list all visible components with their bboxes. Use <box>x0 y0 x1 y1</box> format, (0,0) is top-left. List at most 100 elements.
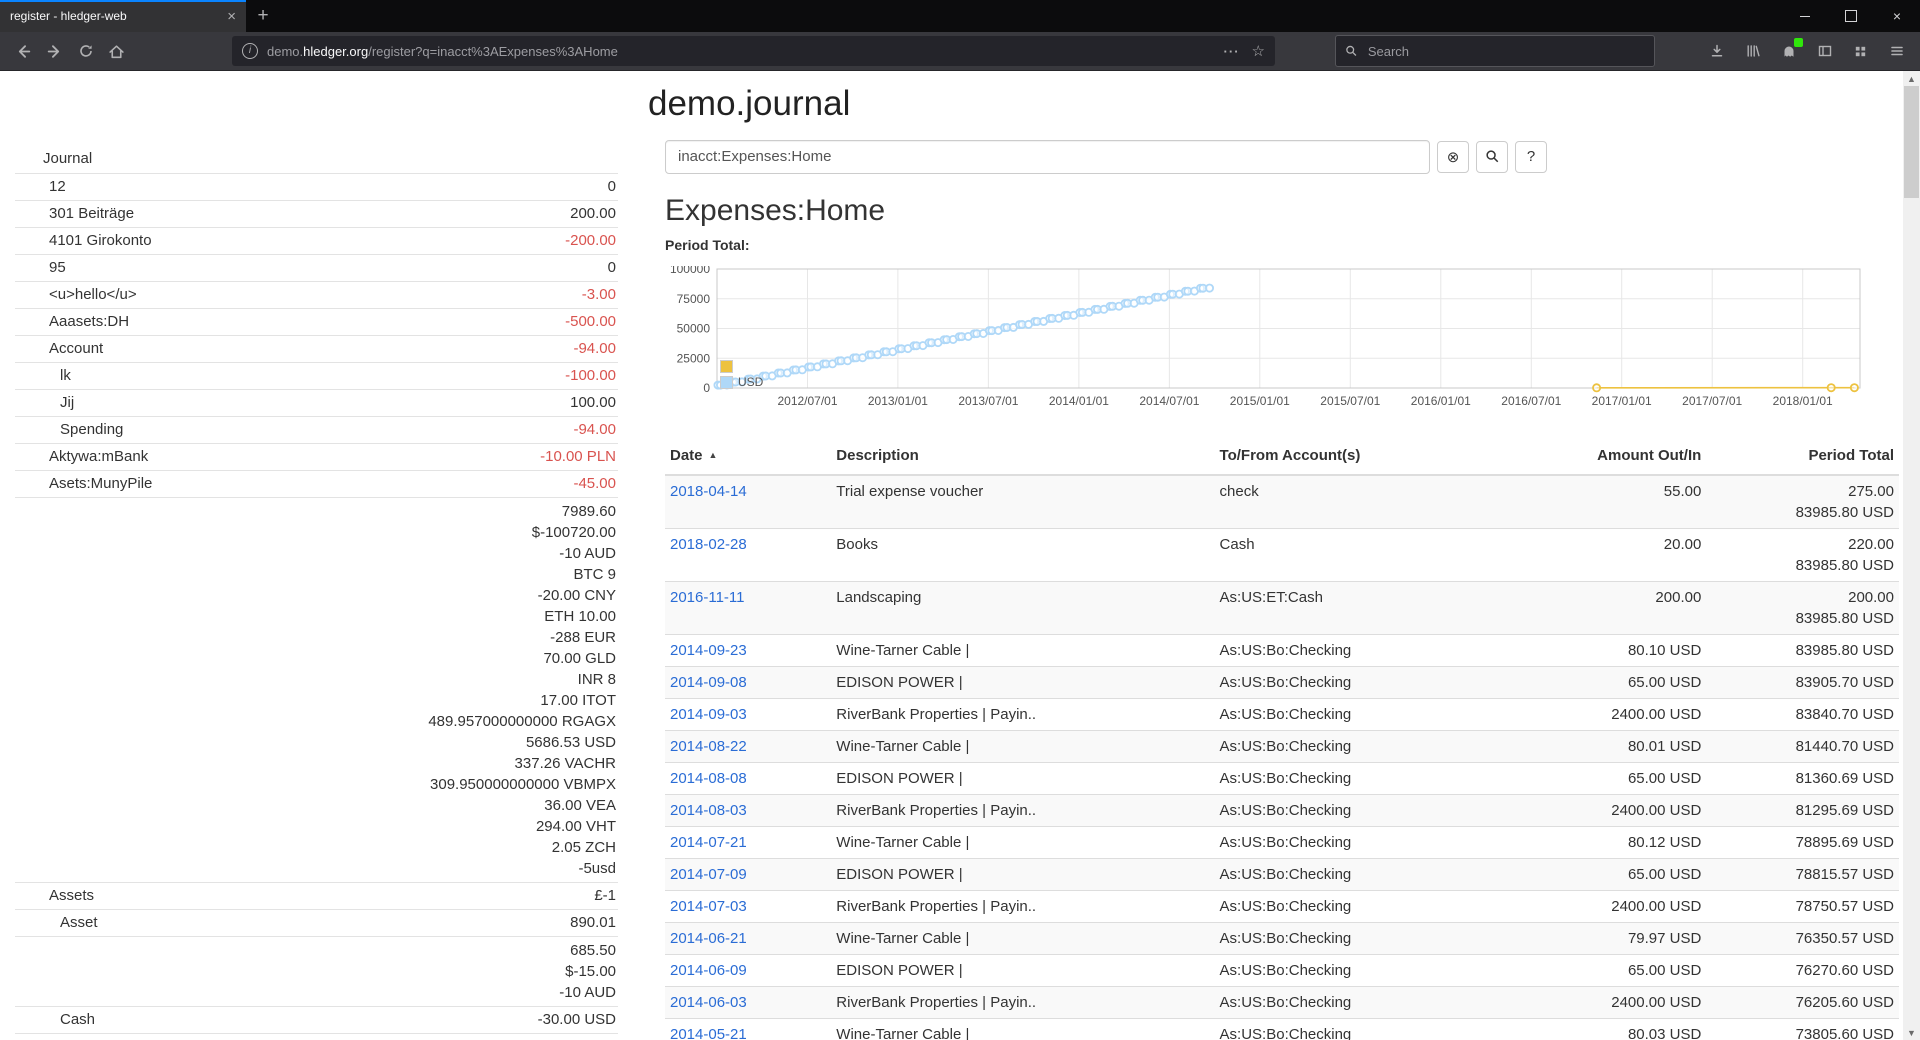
usd-data-point <box>1206 285 1213 292</box>
transaction-date-link[interactable]: 2014-08-22 <box>670 738 747 755</box>
sidebar-account-row: Asets:MunyPile-45.00 <box>15 470 618 497</box>
period-total-cell: 83905.70 USD <box>1706 667 1899 699</box>
account-name-link[interactable]: 12 <box>15 177 66 197</box>
account-name-link[interactable]: 95 <box>15 258 66 278</box>
transaction-date-link[interactable]: 2014-06-09 <box>670 962 747 979</box>
account-name-link[interactable]: Asets:MunyPile <box>15 474 152 494</box>
reload-button[interactable] <box>70 36 101 66</box>
transaction-date-link[interactable]: 2014-06-03 <box>670 994 747 1011</box>
transaction-account: As:US:ET:Cash <box>1215 582 1509 635</box>
account-name-link[interactable]: 301 Beiträge <box>15 204 134 224</box>
account-name-link[interactable]: Account <box>15 339 103 359</box>
account-name-link[interactable]: Jij <box>15 393 74 413</box>
scrollbar-thumb[interactable] <box>1904 86 1919 198</box>
transaction-date-cell: 2014-07-09 <box>665 859 831 891</box>
transaction-date-link[interactable]: 2014-08-08 <box>670 770 747 787</box>
url-bar[interactable]: i demo.hledger.org/register?q=inacct%3AE… <box>232 36 1275 66</box>
library-icon[interactable] <box>1737 36 1768 66</box>
account-name-link[interactable]: Cash <box>15 1010 95 1030</box>
back-button[interactable] <box>8 36 39 66</box>
account-balance: 685.50$-15.00-10 AUD <box>559 940 616 1003</box>
transaction-date-link[interactable]: 2014-09-08 <box>670 674 747 691</box>
window-minimize-button[interactable] <box>1782 0 1828 32</box>
sidebar-account-row: Cash-30.00 USD <box>15 1006 618 1033</box>
url-text[interactable]: demo.hledger.org/register?q=inacct%3AExp… <box>267 44 1215 59</box>
home-button[interactable] <box>101 36 132 66</box>
transaction-date-link[interactable]: 2014-07-03 <box>670 898 747 915</box>
column-header-date[interactable]: Date▲ <box>665 437 831 475</box>
transaction-date-link[interactable]: 2016-11-11 <box>670 589 745 606</box>
transaction-date-cell: 2014-06-03 <box>665 987 831 1019</box>
transaction-date-link[interactable]: 2018-04-14 <box>670 483 747 500</box>
transaction-date-cell: 2014-05-21 <box>665 1019 831 1040</box>
extension-ghost-icon[interactable] <box>1773 36 1804 66</box>
transaction-date-link[interactable]: 2014-06-21 <box>670 930 747 947</box>
tab-close-icon[interactable]: × <box>227 9 236 24</box>
sidebar-toggle-icon[interactable] <box>1809 36 1840 66</box>
register-row: 2014-09-08EDISON POWER |As:US:Bo:Checkin… <box>665 667 1899 699</box>
transaction-date-link[interactable]: 2014-09-23 <box>670 642 747 659</box>
account-name-link[interactable]: Aktywa:mBank <box>15 447 148 467</box>
transaction-description: Wine-Tarner Cable | <box>831 635 1214 667</box>
download-icon[interactable] <box>1701 36 1732 66</box>
transaction-amount: 80.03 USD <box>1509 1019 1707 1040</box>
clear-query-button[interactable]: ⊗ <box>1437 141 1469 173</box>
transaction-description: RiverBank Properties | Payin.. <box>831 699 1214 731</box>
navigation-toolbar: i demo.hledger.org/register?q=inacct%3AE… <box>0 32 1920 71</box>
transaction-date-cell: 2014-08-03 <box>665 795 831 827</box>
account-name-link[interactable]: 4101 Girokonto <box>15 231 152 251</box>
column-header-accounts[interactable]: To/From Account(s) <box>1215 437 1509 475</box>
register-row: 2014-08-03RiverBank Properties | Payin..… <box>665 795 1899 827</box>
register-row: 2018-02-28BooksCash20.00220.0083985.80 U… <box>665 529 1899 582</box>
transaction-date-link[interactable]: 2014-07-09 <box>670 866 747 883</box>
transaction-account: As:US:Bo:Checking <box>1215 923 1509 955</box>
sidebar-journal-link[interactable]: Journal <box>15 148 618 173</box>
window-close-button[interactable]: × <box>1874 0 1920 32</box>
transaction-date-link[interactable]: 2014-08-03 <box>670 802 747 819</box>
account-balance: -500.00 <box>565 312 616 332</box>
transaction-date-link[interactable]: 2014-07-21 <box>670 834 747 851</box>
x-tick-label: 2013/07/01 <box>958 394 1018 408</box>
scrollbar-up-arrow[interactable]: ▲ <box>1903 71 1920 86</box>
site-info-icon[interactable]: i <box>242 43 258 59</box>
transaction-date-link[interactable]: 2014-09-03 <box>670 706 747 723</box>
account-name-link[interactable]: Spending <box>15 420 123 440</box>
query-input[interactable] <box>665 140 1430 174</box>
account-name-link[interactable]: <u>hello</u> <box>15 285 137 305</box>
account-balance: 890.01 <box>570 913 616 933</box>
account-name-link[interactable]: lk <box>15 366 71 386</box>
bookmark-star-icon[interactable]: ☆ <box>1252 42 1265 60</box>
transaction-amount: 2400.00 USD <box>1509 987 1707 1019</box>
transaction-date-link[interactable]: 2014-05-21 <box>670 1026 747 1040</box>
account-name-link[interactable]: Asset <box>15 913 98 933</box>
forward-button[interactable] <box>39 36 70 66</box>
transaction-date-link[interactable]: 2018-02-28 <box>670 536 747 553</box>
x-tick-label: 2017/07/01 <box>1682 394 1742 408</box>
browser-search-bar[interactable] <box>1335 35 1655 67</box>
page-actions-icon[interactable]: ··· <box>1224 44 1240 59</box>
transaction-amount: 65.00 USD <box>1509 763 1707 795</box>
scrollbar-down-arrow[interactable]: ▼ <box>1903 1025 1920 1040</box>
help-button[interactable]: ? <box>1515 141 1547 173</box>
window-maximize-button[interactable] <box>1828 0 1874 32</box>
account-name-link[interactable]: Assets <box>15 886 94 906</box>
x-tick-label: 2018/01/01 <box>1773 394 1833 408</box>
column-header-period-total[interactable]: Period Total <box>1706 437 1899 475</box>
menu-hamburger-icon[interactable] <box>1881 36 1912 66</box>
transaction-account: As:US:Bo:Checking <box>1215 795 1509 827</box>
search-button[interactable] <box>1476 141 1508 173</box>
new-tab-button[interactable]: + <box>246 0 280 32</box>
period-total-cell: 78895.69 USD <box>1706 827 1899 859</box>
x-tick-label: 2015/01/01 <box>1230 394 1290 408</box>
account-name-link[interactable]: Aaasets:DH <box>15 312 129 332</box>
browser-tab[interactable]: register - hledger-web × <box>0 0 246 32</box>
column-header-description[interactable]: Description <box>831 437 1214 475</box>
page-scrollbar[interactable]: ▲ ▼ <box>1903 71 1920 1040</box>
account-balance: 0 <box>608 258 616 278</box>
account-name-link <box>15 501 49 879</box>
sort-ascending-icon: ▲ <box>709 450 718 460</box>
browser-search-input[interactable] <box>1366 43 1645 60</box>
containers-grid-icon[interactable] <box>1845 36 1876 66</box>
column-header-amount-out-in[interactable]: Amount Out/In <box>1509 437 1707 475</box>
minimize-icon <box>1800 16 1810 17</box>
